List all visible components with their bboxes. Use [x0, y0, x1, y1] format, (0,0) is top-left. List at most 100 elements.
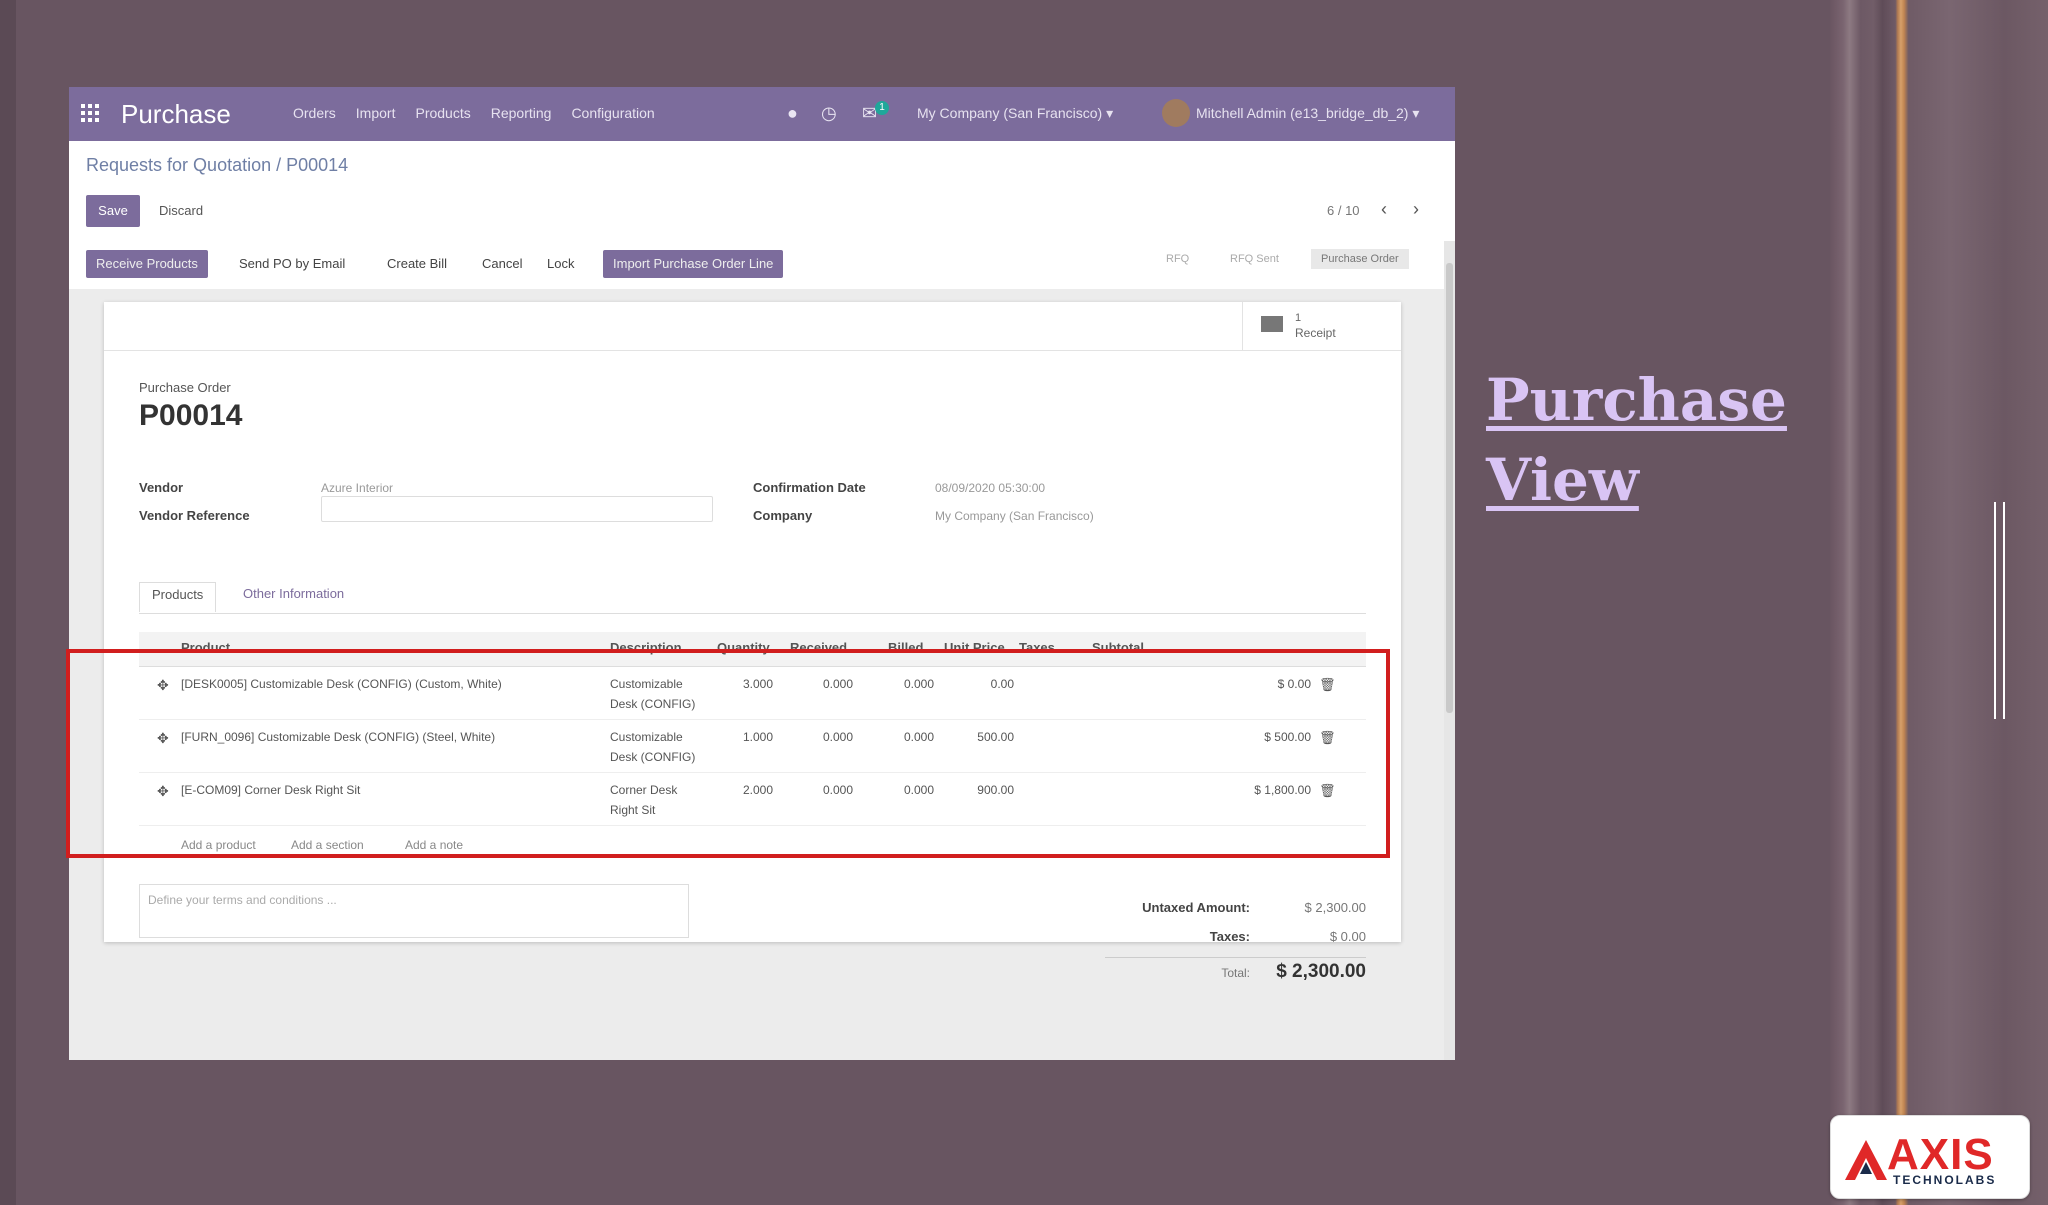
line-quantity[interactable]: 3.000: [715, 677, 773, 691]
slide: Purchase Orders Import Products Reportin…: [0, 0, 2048, 1205]
table-row[interactable]: ✥ [FURN_0096] Customizable Desk (CONFIG)…: [139, 720, 1366, 773]
terms-input[interactable]: Define your terms and conditions ...: [139, 884, 689, 938]
slide-title: Purchase View: [1486, 360, 1787, 520]
table-row[interactable]: ✥ [E-COM09] Corner Desk Right Sit Corner…: [139, 773, 1366, 826]
scrollbar-thumb[interactable]: [1446, 263, 1453, 713]
lock-button[interactable]: Lock: [537, 250, 584, 278]
top-navbar: Purchase Orders Import Products Reportin…: [69, 87, 1455, 141]
breadcrumb[interactable]: Requests for Quotation / P00014: [86, 155, 348, 176]
line-received[interactable]: 0.000: [795, 677, 853, 691]
vendor-field[interactable]: Azure Interior: [321, 481, 393, 495]
vendor-reference-label: Vendor Reference: [139, 508, 250, 523]
stage-rfq-sent[interactable]: RFQ Sent: [1230, 253, 1279, 265]
bug-icon[interactable]: ●: [787, 103, 798, 124]
line-description-1[interactable]: Customizable: [610, 677, 683, 691]
col-unit-price[interactable]: Unit Price: [944, 640, 1005, 655]
chevron-left-icon[interactable]: ‹: [1381, 199, 1387, 220]
user-menu[interactable]: Mitchell Admin (e13_bridge_db_2) ▾: [1196, 105, 1419, 122]
col-quantity[interactable]: Quantity: [717, 640, 770, 655]
order-lines-header: Product Description Quantity Received Bi…: [139, 632, 1366, 667]
slide-title-line-2: View: [1486, 446, 1639, 514]
clock-icon[interactable]: ◷: [821, 103, 837, 124]
menu-reporting[interactable]: Reporting: [491, 105, 552, 121]
line-received[interactable]: 0.000: [795, 730, 853, 744]
control-panel: Requests for Quotation / P00014 Save Dis…: [69, 141, 1455, 242]
trash-icon[interactable]: 🗑: [1319, 677, 1336, 693]
line-unit-price[interactable]: 500.00: [956, 730, 1014, 744]
add-product-link[interactable]: Add a product: [181, 838, 256, 852]
apps-grid-icon[interactable]: [81, 104, 99, 122]
tab-products[interactable]: Products: [139, 582, 217, 612]
status-bar: Receive Products Send PO by Email Create…: [69, 241, 1444, 290]
line-subtotal: $ 500.00: [1264, 730, 1311, 744]
line-quantity[interactable]: 1.000: [715, 730, 773, 744]
form-sheet: 1 Receipt Purchase Order P00014 Vendor A…: [104, 302, 1402, 982]
caret-down-icon: ▾: [1412, 105, 1420, 121]
line-description-2[interactable]: Desk (CONFIG): [610, 697, 695, 711]
line-description-1[interactable]: Corner Desk: [610, 783, 677, 797]
line-billed[interactable]: 0.000: [876, 730, 934, 744]
col-taxes[interactable]: Taxes: [1019, 640, 1055, 655]
drag-handle-icon[interactable]: ✥: [157, 677, 169, 694]
company-switcher[interactable]: My Company (San Francisco) ▾: [917, 105, 1113, 122]
line-billed[interactable]: 0.000: [876, 783, 934, 797]
taxes-label: Taxes:: [1209, 929, 1250, 944]
trash-icon[interactable]: 🗑: [1319, 783, 1336, 799]
col-description[interactable]: Description: [610, 640, 682, 655]
receipt-smart-button[interactable]: 1 Receipt: [1242, 302, 1402, 350]
cancel-button[interactable]: Cancel: [472, 250, 532, 278]
add-note-link[interactable]: Add a note: [405, 838, 463, 852]
line-unit-price[interactable]: 0.00: [956, 677, 1014, 691]
col-received[interactable]: Received: [790, 640, 847, 655]
discard-button[interactable]: Discard: [149, 195, 214, 227]
chevron-right-icon[interactable]: ›: [1413, 199, 1419, 220]
line-received[interactable]: 0.000: [795, 783, 853, 797]
create-bill-button[interactable]: Create Bill: [377, 250, 457, 278]
menu-import[interactable]: Import: [356, 105, 396, 121]
company-field[interactable]: My Company (San Francisco): [935, 509, 1094, 523]
slide-title-line-1: Purchase: [1486, 366, 1787, 434]
col-billed[interactable]: Billed: [888, 640, 923, 655]
company-name: My Company (San Francisco): [917, 105, 1103, 121]
col-product[interactable]: Product: [181, 640, 230, 655]
line-subtotal: $ 1,800.00: [1254, 783, 1311, 797]
receive-products-button[interactable]: Receive Products: [86, 250, 208, 278]
line-product[interactable]: [DESK0005] Customizable Desk (CONFIG) (C…: [181, 677, 601, 691]
totals-divider: [1105, 957, 1366, 958]
line-billed[interactable]: 0.000: [876, 677, 934, 691]
add-section-link[interactable]: Add a section: [291, 838, 364, 852]
line-unit-price[interactable]: 900.00: [956, 783, 1014, 797]
tab-other-information[interactable]: Other Information: [243, 582, 344, 605]
import-po-line-button[interactable]: Import Purchase Order Line: [603, 250, 784, 278]
top-menu: Orders Import Products Reporting Configu…: [293, 105, 655, 121]
stage-rfq[interactable]: RFQ: [1166, 253, 1189, 265]
table-row[interactable]: ✥ [DESK0005] Customizable Desk (CONFIG) …: [139, 667, 1366, 720]
logo-subtitle: TECHNOLABS: [1893, 1173, 1997, 1187]
trash-icon[interactable]: 🗑: [1319, 730, 1336, 746]
send-po-email-button[interactable]: Send PO by Email: [229, 250, 355, 278]
stage-purchase-order[interactable]: Purchase Order: [1311, 249, 1409, 269]
decorative-wood-panel: [1830, 0, 2048, 1205]
menu-configuration[interactable]: Configuration: [571, 105, 654, 121]
left-edge-strip: [0, 0, 16, 1205]
vendor-reference-input[interactable]: [321, 496, 713, 522]
confirmation-date-value[interactable]: 08/09/2020 05:30:00: [935, 481, 1045, 495]
vendor-label: Vendor: [139, 480, 184, 495]
col-subtotal[interactable]: Subtotal: [1092, 640, 1144, 655]
line-description-2[interactable]: Right Sit: [610, 803, 655, 817]
app-title: Purchase: [121, 99, 231, 129]
drag-handle-icon[interactable]: ✥: [157, 783, 169, 800]
menu-products[interactable]: Products: [415, 105, 470, 121]
messages-badge: 1: [875, 101, 889, 115]
line-product[interactable]: [FURN_0096] Customizable Desk (CONFIG) (…: [181, 730, 601, 744]
line-product[interactable]: [E-COM09] Corner Desk Right Sit: [181, 783, 601, 797]
line-description-1[interactable]: Customizable: [610, 730, 683, 744]
logo-mark-icon: [1845, 1140, 1887, 1180]
add-line-row: Add a product Add a section Add a note: [139, 830, 1366, 860]
line-description-2[interactable]: Desk (CONFIG): [610, 750, 695, 764]
drag-handle-icon[interactable]: ✥: [157, 730, 169, 747]
menu-orders[interactable]: Orders: [293, 105, 336, 121]
avatar[interactable]: [1162, 99, 1190, 127]
line-quantity[interactable]: 2.000: [715, 783, 773, 797]
save-button[interactable]: Save: [86, 195, 140, 227]
